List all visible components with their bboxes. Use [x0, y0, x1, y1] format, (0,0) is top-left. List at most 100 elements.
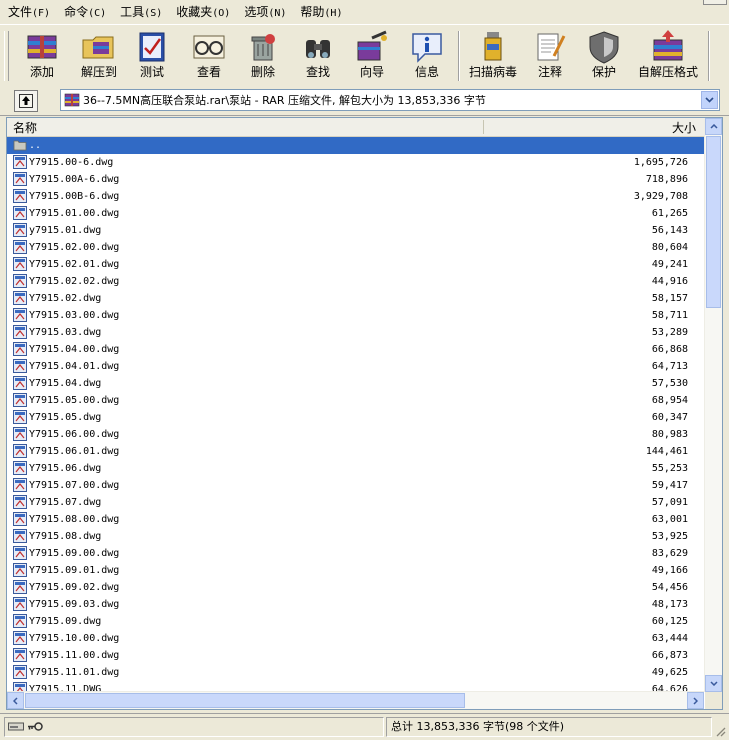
- horizontal-scroll-thumb[interactable]: [25, 693, 465, 708]
- column-header-name[interactable]: 名称: [13, 119, 37, 136]
- file-row[interactable]: Y7915.04.dwg 57,530: [7, 375, 704, 392]
- toolbar-button-label: 注释: [537, 65, 562, 79]
- file-row[interactable]: Y7915.09.03.dwg 48,173: [7, 596, 704, 613]
- menu-item-2[interactable]: 工具(S): [112, 1, 168, 23]
- file-size: 53,925: [651, 531, 688, 542]
- toolbar-button-11[interactable]: 自解压格式: [636, 28, 700, 84]
- file-name: Y7915.03.00.dwg: [29, 310, 120, 321]
- file-row[interactable]: Y7915.00-6.dwg 1,695,726: [7, 154, 704, 171]
- vertical-scroll-thumb[interactable]: [706, 136, 721, 308]
- find-icon: [298, 28, 338, 64]
- file-size: 58,157: [651, 293, 688, 304]
- file-row[interactable]: Y7915.07.dwg 57,091: [7, 494, 704, 511]
- file-name: Y7915.06.dwg: [29, 463, 102, 474]
- sfx-icon: [648, 28, 688, 64]
- file-size: 144,461: [645, 446, 688, 457]
- address-bar: 36--7.5MN高压联合泵站.rar\泵站 - RAR 压缩文件, 解包大小为…: [0, 87, 729, 116]
- menu-item-1[interactable]: 命令(C): [56, 1, 112, 23]
- dwg-file-icon: [13, 393, 27, 407]
- file-row[interactable]: Y7915.02.dwg 58,157: [7, 290, 704, 307]
- file-row[interactable]: Y7915.06.01.dwg 144,461: [7, 443, 704, 460]
- menu-item-4[interactable]: 选项(N): [236, 1, 292, 23]
- scroll-up-button[interactable]: [705, 118, 722, 135]
- toolbar-button-5[interactable]: 查找: [294, 28, 342, 84]
- resize-grip-icon[interactable]: [714, 725, 726, 737]
- dwg-file-icon: [13, 410, 27, 424]
- file-row[interactable]: Y7915.08.00.dwg 63,001: [7, 511, 704, 528]
- extract-to-icon: [79, 28, 119, 64]
- file-row[interactable]: Y7915.02.02.dwg 44,916: [7, 273, 704, 290]
- menu-item-3[interactable]: 收藏夹(O): [168, 1, 236, 23]
- menu-item-0[interactable]: 文件(F): [0, 1, 56, 23]
- file-row[interactable]: Y7915.05.00.dwg 68,954: [7, 392, 704, 409]
- key-icon: [28, 722, 43, 731]
- file-row[interactable]: Y7915.10.00.dwg 63,444: [7, 630, 704, 647]
- chevron-right-icon: [693, 696, 698, 705]
- archive-path-combobox[interactable]: 36--7.5MN高压联合泵站.rar\泵站 - RAR 压缩文件, 解包大小为…: [60, 89, 720, 111]
- file-size: 57,091: [651, 497, 688, 508]
- toolbar-button-8[interactable]: 扫描病毒: [466, 28, 520, 84]
- file-name: Y7915.10.00.dwg: [29, 633, 120, 644]
- dwg-file-icon: [13, 461, 27, 475]
- file-row[interactable]: Y7915.11.00.dwg 66,873: [7, 647, 704, 664]
- file-row[interactable]: Y7915.11.01.dwg 49,625: [7, 664, 704, 681]
- file-row[interactable]: Y7915.02.01.dwg 49,241: [7, 256, 704, 273]
- file-name: Y7915.07.00.dwg: [29, 480, 120, 491]
- file-row[interactable]: Y7915.09.dwg 60,125: [7, 613, 704, 630]
- file-name: Y7915.02.01.dwg: [29, 259, 120, 270]
- toolbar-button-7[interactable]: 信息: [404, 28, 450, 84]
- window-control-button[interactable]: [703, 0, 727, 5]
- file-size: 64,713: [651, 361, 688, 372]
- toolbar-button-0[interactable]: 添加: [16, 28, 68, 84]
- menu-item-label: 工具: [120, 5, 145, 19]
- file-row[interactable]: Y7915.04.00.dwg 66,868: [7, 341, 704, 358]
- file-row[interactable]: Y7915.09.02.dwg 54,456: [7, 579, 704, 596]
- file-row[interactable]: Y7915.02.00.dwg 80,604: [7, 239, 704, 256]
- scroll-down-button[interactable]: [705, 675, 722, 692]
- menu-item-accelerator: (N): [268, 8, 287, 19]
- toolbar-button-2[interactable]: 测试: [128, 28, 176, 84]
- file-row[interactable]: Y7915.04.01.dwg 64,713: [7, 358, 704, 375]
- toolbar-button-6[interactable]: 向导: [346, 28, 398, 84]
- file-row[interactable]: Y7915.03.00.dwg 58,711: [7, 307, 704, 324]
- dwg-file-icon: [13, 444, 27, 458]
- file-row[interactable]: Y7915.05.dwg 60,347: [7, 409, 704, 426]
- path-dropdown-button[interactable]: [701, 91, 718, 109]
- toolbar-grip[interactable]: [4, 31, 9, 81]
- file-list: 名称 大小 .. Y7915.00-6.dwg 1,695,726 Y7915.00A…: [6, 117, 723, 710]
- toolbar-button-9[interactable]: 注释: [526, 28, 574, 84]
- file-row[interactable]: y7915.01.dwg 56,143: [7, 222, 704, 239]
- file-row[interactable]: Y7915.06.00.dwg 80,983: [7, 426, 704, 443]
- column-header-size[interactable]: 大小: [672, 119, 696, 136]
- file-name: Y7915.03.dwg: [29, 327, 102, 338]
- file-size: 49,166: [651, 565, 688, 576]
- file-row[interactable]: Y7915.07.00.dwg 59,417: [7, 477, 704, 494]
- toolbar-button-4[interactable]: 删除: [240, 28, 286, 84]
- toolbar-button-10[interactable]: 保护: [582, 28, 626, 84]
- file-row[interactable]: Y7915.00B-6.dwg 3,929,708: [7, 188, 704, 205]
- file-row[interactable]: Y7915.06.dwg 55,253: [7, 460, 704, 477]
- scroll-left-button[interactable]: [7, 692, 24, 709]
- horizontal-scrollbar[interactable]: [7, 691, 704, 709]
- file-size: 44,916: [651, 276, 688, 287]
- status-bar: 总计 13,853,336 字节(98 个文件): [0, 713, 729, 740]
- menu-item-5[interactable]: 帮助(H): [292, 1, 348, 23]
- parent-folder-row[interactable]: ..: [7, 137, 704, 154]
- file-row[interactable]: Y7915.00A-6.dwg 718,896: [7, 171, 704, 188]
- file-row[interactable]: Y7915.08.dwg 53,925: [7, 528, 704, 545]
- scroll-corner: [705, 692, 722, 709]
- file-row[interactable]: Y7915.09.00.dwg 83,629: [7, 545, 704, 562]
- column-divider[interactable]: [483, 120, 484, 134]
- scroll-right-button[interactable]: [687, 692, 704, 709]
- toolbar-button-3[interactable]: 查看: [184, 28, 234, 84]
- file-name: ..: [29, 140, 42, 151]
- file-name: Y7915.09.03.dwg: [29, 599, 120, 610]
- file-row[interactable]: Y7915.01.00.dwg 61,265: [7, 205, 704, 222]
- dwg-file-icon: [13, 580, 27, 594]
- up-folder-button[interactable]: [14, 90, 38, 112]
- info-icon: [407, 28, 447, 64]
- vertical-scrollbar[interactable]: [704, 118, 722, 692]
- toolbar-button-1[interactable]: 解压到: [74, 28, 124, 84]
- file-row[interactable]: Y7915.03.dwg 53,289: [7, 324, 704, 341]
- file-row[interactable]: Y7915.09.01.dwg 49,166: [7, 562, 704, 579]
